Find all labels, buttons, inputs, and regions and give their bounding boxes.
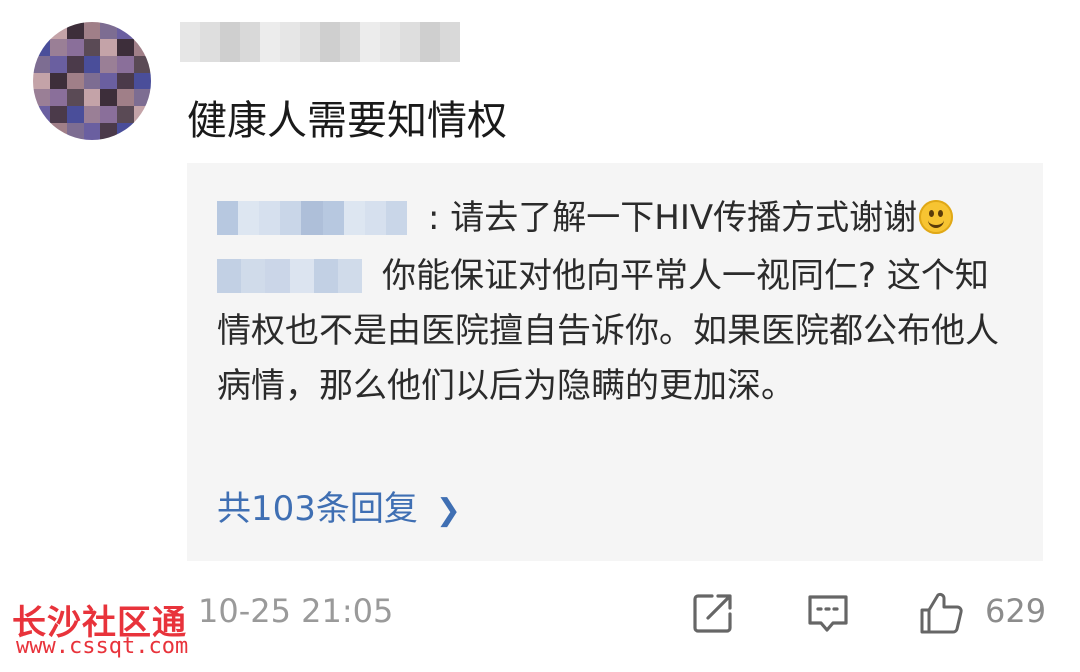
view-all-replies-link[interactable]: 共103条回复 ❯ — [217, 481, 461, 530]
comment-icon[interactable] — [805, 590, 851, 636]
avatar[interactable] — [33, 22, 151, 140]
reply-item: : 请去了解一下HIV传播方式谢谢 — [428, 191, 954, 245]
reply-author-blurred[interactable] — [217, 201, 407, 235]
chevron-right-icon: ❯ — [435, 493, 462, 528]
reply-text: : 请去了解一下HIV传播方式谢谢 — [428, 198, 918, 238]
reply-preview-box[interactable]: : 请去了解一下HIV传播方式谢谢 你能保证对他向平常人一视同仁? 这个知情权也… — [187, 163, 1043, 561]
username-blurred[interactable] — [180, 22, 460, 62]
like-icon[interactable] — [918, 590, 964, 636]
watermark-url: www.cssqt.com — [16, 634, 189, 659]
reply-count-label: 共103条回复 — [217, 489, 418, 529]
share-icon[interactable] — [690, 590, 736, 636]
smile-icon — [919, 200, 954, 234]
comment-text: 健康人需要知情权 — [187, 98, 507, 144]
reply-text: 你能保证对他向平常人一视同仁? 这个知情权也不是由医院擅自告诉你。如果医院都公布… — [217, 256, 999, 406]
comment-timestamp: 10-25 21:05 — [198, 592, 394, 630]
like-count: 629 — [985, 592, 1047, 630]
